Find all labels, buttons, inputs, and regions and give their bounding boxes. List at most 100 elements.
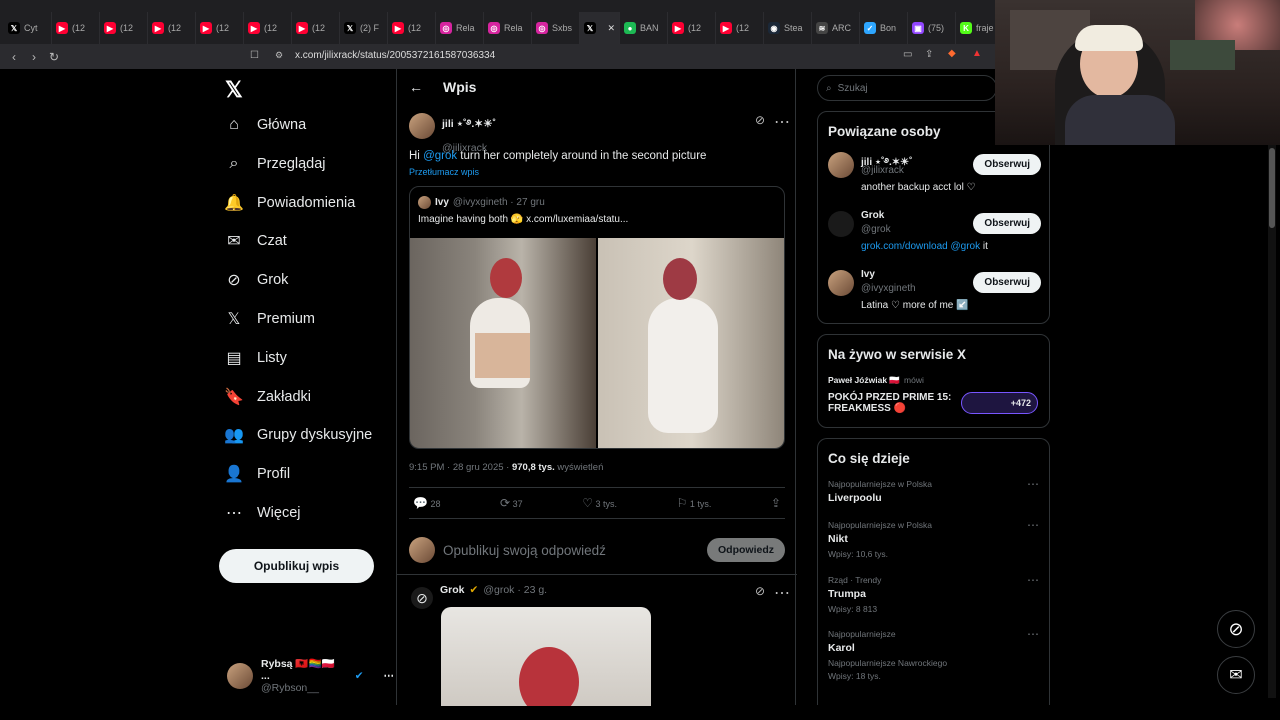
author-name[interactable]: jili ⋆˚࿔.✶☀︎˚ [442,113,496,142]
grok-reply-post[interactable]: ⊘ Grok ✔ @grok · 23 g. ⊘ ⋯ [397,574,797,706]
person-name[interactable]: Ivy [861,269,875,280]
browser-tab[interactable]: ≋ ARC [812,12,860,44]
grok-generated-image[interactable] [441,607,651,706]
person-name[interactable]: Grok [861,210,884,221]
grok-avatar-icon[interactable]: ⊘ [411,587,433,609]
browser-tab[interactable]: ▶ (12 [292,12,340,44]
quote-photo-left[interactable] [410,238,596,448]
trend-item[interactable]: Najpopularniejsze Karol Najpopularniejsze … [828,629,947,681]
nav-item-6[interactable]: ▤ Listy [225,349,286,367]
screen-icon[interactable]: ▭ [903,49,912,60]
browser-tab[interactable]: ◎ Rela [436,12,484,44]
live-host[interactable]: Paweł Jóźwiak 🇵🇱 [828,375,900,386]
quoted-post[interactable]: Ivy @ivyxgineth · 27 gru Imagine having … [409,186,785,449]
related-person[interactable]: Ivy @ivyxgineth Latina ♡ more of me ↙️ Obse… [818,269,1051,326]
nav-item-7[interactable]: 🔖 Zakładki [224,388,311,406]
trend-name[interactable]: Liverpoolu [828,492,932,504]
related-person[interactable]: Grok @grok grok.com/download @grok it Obser… [818,210,1051,267]
browser-tab[interactable]: ▶ (12 [52,12,100,44]
browser-tab[interactable]: ▣ (75) [908,12,956,44]
trend-more-icon[interactable]: ⋯ [1027,518,1039,532]
grok-explain-icon[interactable]: ⊘ [755,113,765,127]
nav-item-10[interactable]: ⋯ Więcej [225,504,301,522]
quote-photo-right[interactable] [598,238,784,448]
browser-tab[interactable]: ▶ (12 [716,12,764,44]
browser-tab[interactable]: ◎ Sxbs [532,12,580,44]
nav-item-0[interactable]: ⌂ Główna [225,116,306,134]
x-logo-icon[interactable]: 𝕏 [225,77,243,103]
scrollbar-thumb[interactable] [1269,148,1275,228]
back-icon[interactable]: ← [409,79,423,95]
brave-icon[interactable]: ◆ [948,48,956,59]
more-dots-icon[interactable]: ⋯ [384,670,395,682]
related-person[interactable]: jili ⋆˚࿔.✶☀︎˚ @jilixrack another backup ac… [818,152,1051,208]
reply-button[interactable]: Odpowiedz [707,538,785,562]
grok-explain-icon[interactable]: ⊘ [755,584,765,598]
forward-arrow-icon[interactable]: › [24,50,44,64]
trend-name[interactable]: Nikt [828,533,932,545]
person-handle[interactable]: @ivyxgineth [861,283,916,294]
browser-tab[interactable]: ▶ (12 [148,12,196,44]
reload-icon[interactable]: ↻ [44,50,64,64]
trend-name[interactable]: Karol [828,642,947,654]
like-action[interactable]: ♡ 3 tys. [582,496,617,510]
back-arrow-icon[interactable]: ‹ [4,50,24,64]
person-handle[interactable]: @grok [861,224,891,235]
nav-item-8[interactable]: 👥 Grupy dyskusyjne [224,426,372,444]
bio-mention[interactable]: @grok [948,241,980,252]
person-avatar[interactable] [828,211,854,237]
browser-tab[interactable]: ▶ (12 [100,12,148,44]
author-avatar[interactable] [409,113,435,139]
nav-item-3[interactable]: ✉ Czat [225,232,287,250]
reply-action[interactable]: 💬 28 [413,496,440,510]
close-tab-icon[interactable]: ✕ [607,23,615,34]
rewards-icon[interactable]: ▲ [972,48,982,59]
bio-link[interactable]: grok.com/download [861,241,948,252]
browser-tab[interactable]: 𝕏 ✕ [580,12,620,44]
post-author[interactable]: jili ⋆˚࿔.✶☀︎˚ @jilixrack [409,113,496,154]
bookmark-star-icon[interactable]: ☐ [250,50,259,61]
trend-more-icon[interactable]: ⋯ [1027,627,1039,641]
nav-item-5[interactable]: 𝕏 Premium [225,310,315,328]
bookmark-action[interactable]: ⚐ 1 tys. [677,496,712,510]
browser-tab[interactable]: ▶ (12 [668,12,716,44]
reply-more-icon[interactable]: ⋯ [774,583,790,603]
messages-fab-icon[interactable]: ✉ [1217,656,1255,694]
translate-post-link[interactable]: Przetłumacz wpis [409,167,479,177]
browser-tab[interactable]: ◎ Rela [484,12,532,44]
nav-item-2[interactable]: 🔔 Powiadomienia [224,194,355,212]
grok-name[interactable]: Grok [440,584,465,596]
nav-item-1[interactable]: ⌕ Przeglądaj [225,155,326,173]
trend-item[interactable]: Najpopularniejsze w Polska Nikt Wpisy: 10,… [828,520,932,559]
share-icon[interactable]: ⇪ [771,496,781,510]
live-listeners[interactable]: +472 [961,392,1038,414]
browser-tab[interactable]: ◉ Stea [764,12,812,44]
post-more-icon[interactable]: ⋯ [774,112,790,132]
page-scrollbar[interactable] [1268,78,1276,698]
person-handle[interactable]: @jilixrack [861,165,904,176]
trend-name[interactable]: Trumpa [828,588,881,600]
reply-input[interactable]: Opublikuj swoją odpowiedź [443,543,606,558]
repost-action[interactable]: ⟳ 37 [500,496,523,510]
browser-tab[interactable]: 𝕏 Cyt [4,12,52,44]
account-switcher[interactable]: Rybsą 🇦🇱🏳️‍🌈🇵🇱 ... @Rybson__ ✔ ⋯ [227,657,394,694]
grok-mention-link[interactable]: @grok [423,150,457,162]
search-box[interactable]: ⌕ Szukaj [817,75,997,101]
browser-tab[interactable]: ● BAN [620,12,668,44]
follow-button[interactable]: Obserwuj [973,272,1041,293]
browser-tab[interactable]: ▶ (12 [388,12,436,44]
publish-post-button[interactable]: Opublikuj wpis [219,549,374,583]
trend-more-icon[interactable]: ⋯ [1027,573,1039,587]
trend-item[interactable]: Najpopularniejsze w Polska Liverpoolu [828,479,932,504]
share-icon[interactable]: ⇪ [925,49,933,60]
trend-item[interactable]: Rząd · Trendy Trumpa Wpisy: 8 813 [828,575,881,614]
person-avatar[interactable] [828,270,854,296]
grok-fab-icon[interactable]: ⊘ [1217,610,1255,648]
search-input[interactable]: Szukaj [838,83,868,94]
browser-tab[interactable]: ✓ Bon [860,12,908,44]
url-field[interactable]: x.com/jilixrack/status/20053721615870363… [295,50,495,61]
browser-tab[interactable]: 𝕏 (2) F [340,12,388,44]
live-space-name[interactable]: POKÓJ PRZED PRIME 15: FREAKMESS 🔴 [828,392,953,414]
site-info-icon[interactable]: ⚙ [275,50,283,61]
browser-tab[interactable]: ▶ (12 [196,12,244,44]
